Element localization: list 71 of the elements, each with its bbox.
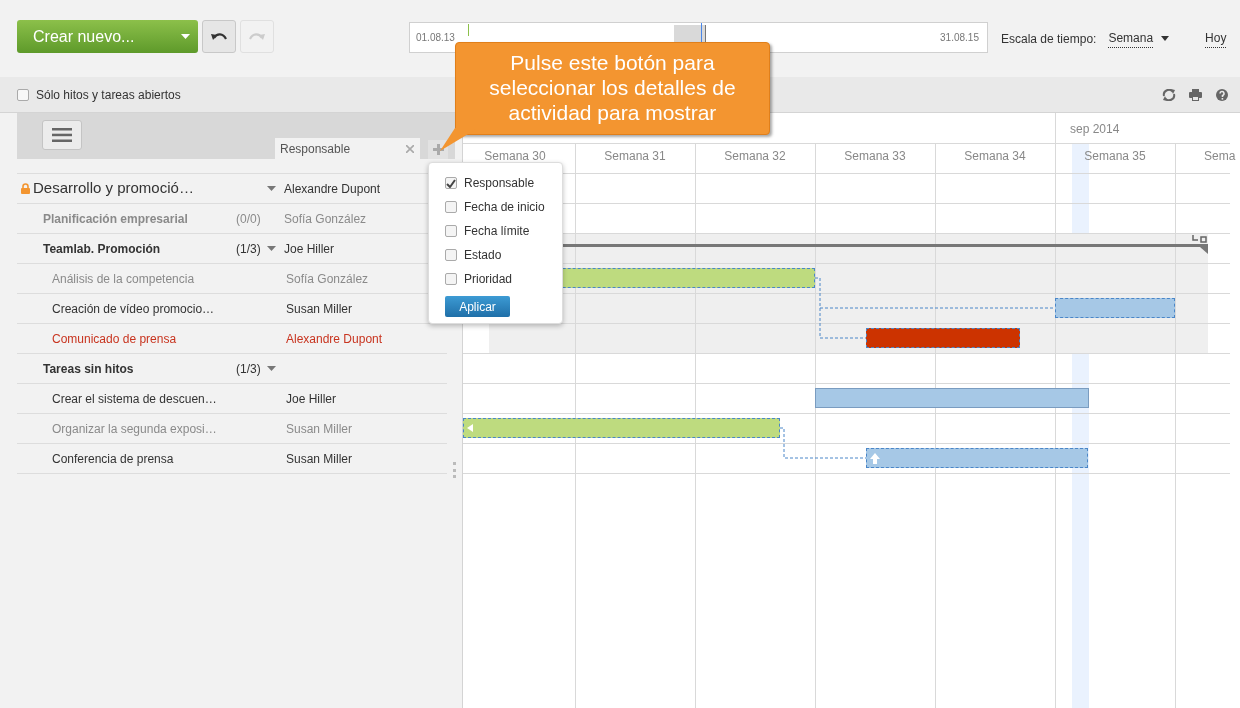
task-bar[interactable] (815, 388, 1089, 408)
responsible-name: Joe Hiller (286, 390, 336, 408)
task-bar[interactable] (866, 448, 1088, 468)
task-count: (0/0) (236, 210, 262, 228)
caret-icon[interactable] (267, 246, 276, 251)
time-scale-dropdown[interactable]: Semana (1108, 29, 1170, 48)
week-label: Semana 30 (483, 149, 547, 163)
close-icon[interactable] (406, 144, 414, 153)
resize-handle[interactable] (453, 462, 456, 478)
callout-tooltip: Pulse este botón para seleccionar los detalles de actividad para mostrar (455, 42, 770, 135)
option-label[interactable]: Fecha límite (464, 222, 530, 240)
task-title[interactable]: Comunicado de prensa (52, 329, 282, 348)
milestone-title[interactable]: Tareas sin hitos (43, 359, 236, 378)
task-bar[interactable] (1055, 298, 1175, 318)
week-label: Semana 34 (963, 149, 1027, 163)
checkbox[interactable] (445, 201, 457, 213)
up-arrow-icon (870, 452, 880, 464)
redo-icon (249, 31, 265, 42)
option-label[interactable]: Responsable (464, 174, 535, 192)
plus-icon (432, 144, 444, 155)
task-count: (1/3) (236, 360, 262, 378)
responsible-name: Joe Hiller (284, 240, 334, 258)
responsible-name: Sofía González (284, 210, 367, 228)
week-label: Semana 32 (723, 149, 787, 163)
responsible-name: Alexandre Dupont (286, 330, 383, 348)
today-link[interactable]: Hoy (1205, 29, 1227, 48)
filter-label: Sólo hitos y tareas abiertos (36, 86, 181, 104)
week-label: Sema (1204, 149, 1236, 163)
time-scale-label: Escala de tiempo: (1001, 31, 1097, 48)
print-icon[interactable] (1189, 88, 1202, 101)
option-label[interactable]: Fecha de inicio (464, 198, 545, 216)
range-end-date: 31.08.15 (940, 31, 979, 45)
project-title[interactable]: Desarrollo y promoció… (33, 177, 263, 200)
left-arrow-icon (467, 424, 473, 432)
task-count: (1/3) (236, 240, 262, 258)
responsible-name: Susan Miller (286, 450, 353, 468)
checkbox[interactable] (445, 249, 457, 261)
week-label: Semana 33 (843, 149, 907, 163)
apply-button[interactable]: Aplicar (445, 296, 510, 317)
menu-icon (52, 128, 72, 142)
week-label: Semana 31 (603, 149, 667, 163)
add-column-button[interactable] (428, 140, 448, 159)
checkbox[interactable] (17, 88, 29, 101)
task-bar[interactable] (463, 418, 780, 438)
month-label: sep 2014 (1070, 121, 1120, 138)
milestone-title[interactable]: Teamlab. Promoción (43, 239, 236, 258)
caret-icon[interactable] (267, 186, 276, 191)
flag-icon (1192, 235, 1208, 243)
task-title[interactable]: Conferencia de prensa (52, 449, 282, 468)
option-label[interactable]: Estado (464, 246, 502, 264)
caret-icon (181, 34, 190, 39)
undo-button[interactable] (202, 20, 236, 53)
range-start-date: 01.08.13 (416, 31, 455, 45)
task-title[interactable]: Crear el sistema de descuen… (52, 389, 282, 408)
help-icon[interactable] (1216, 88, 1228, 101)
caret-icon[interactable] (267, 366, 276, 371)
responsible-name: Susan Miller (286, 300, 353, 318)
option-label[interactable]: Prioridad (464, 270, 513, 288)
checkbox[interactable] (445, 273, 457, 285)
responsible-name: Alexandre Dupont (284, 180, 381, 198)
responsible-name: Sofía González (286, 270, 369, 288)
task-title[interactable]: Creación de vídeo promocio… (52, 299, 282, 318)
checkbox[interactable] (445, 225, 457, 237)
responsible-name: Susan Miller (286, 420, 353, 438)
caret-icon (1161, 36, 1170, 41)
undo-icon (211, 31, 227, 42)
column-tab[interactable]: Responsable (275, 138, 420, 159)
week-label: Semana 35 (1083, 149, 1147, 163)
menu-button[interactable] (42, 120, 82, 150)
checkbox[interactable] (445, 177, 457, 189)
refresh-icon[interactable] (1162, 88, 1176, 101)
